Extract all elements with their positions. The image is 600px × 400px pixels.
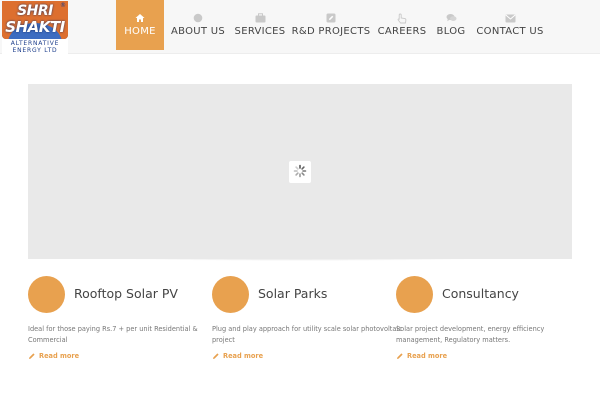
- pencil-icon: [396, 352, 404, 360]
- site-header: SHRI SHAKTI ® ALTERNATIVE ENERGY LTD HOM…: [0, 0, 600, 54]
- feature-title: Solar Parks: [258, 286, 328, 301]
- slider-shadow: [30, 259, 570, 273]
- nav-item-about-us[interactable]: ABOUT US: [164, 0, 232, 50]
- logo-emblem: SHRI SHAKTI ®: [2, 1, 68, 39]
- nav-label-about-us: ABOUT US: [170, 26, 226, 37]
- logo-text-line1: SHRI: [17, 3, 53, 19]
- feature-title: Consultancy: [442, 286, 519, 301]
- feature-description: Ideal for those paying Rs.7 + per unit R…: [28, 325, 198, 344]
- logo-subtitle-line2: ENERGY LTD: [12, 47, 58, 54]
- circle-icon: [192, 12, 204, 24]
- nav-item-home[interactable]: HOME: [116, 0, 164, 50]
- read-more-link[interactable]: Read more: [396, 352, 447, 360]
- read-more-label: Read more: [39, 352, 80, 360]
- main-navigation: HOME ABOUT US SERVICES R&D PROJECTS CARE…: [116, 0, 548, 50]
- feature-title: Rooftop Solar PV: [74, 286, 178, 301]
- nav-label-contact-us: CONTACT US: [476, 26, 544, 37]
- nav-label-home: HOME: [124, 26, 156, 37]
- nav-item-careers[interactable]: CAREERS: [374, 0, 430, 50]
- nav-item-services[interactable]: SERVICES: [232, 0, 288, 50]
- feature-icon-circle: [212, 276, 249, 313]
- nav-item-contact-us[interactable]: CONTACT US: [472, 0, 548, 50]
- comments-icon: [445, 12, 457, 24]
- registered-mark: ®: [60, 2, 66, 9]
- feature-description: Plug and play approach for utility scale…: [212, 325, 402, 344]
- pencil-icon: [212, 352, 220, 360]
- nav-item-blog[interactable]: BLOG: [430, 0, 472, 50]
- company-logo[interactable]: SHRI SHAKTI ® ALTERNATIVE ENERGY LTD: [2, 1, 68, 54]
- nav-label-rd-projects: R&D PROJECTS: [291, 26, 371, 37]
- read-more-label: Read more: [223, 352, 264, 360]
- slider-loader: [289, 161, 311, 183]
- feature-description: Solar project development, energy effici…: [396, 325, 545, 344]
- nav-item-rd-projects[interactable]: R&D PROJECTS: [288, 0, 374, 50]
- pencil-icon: [28, 352, 36, 360]
- spinner-icon: [293, 163, 307, 182]
- read-more-link[interactable]: Read more: [28, 352, 79, 360]
- feature-icon-circle: [396, 276, 433, 313]
- logo-text-line2: SHAKTI: [5, 18, 65, 36]
- hand-pointer-icon: [396, 12, 408, 24]
- logo-subtitle-line1: ALTERNATIVE: [10, 40, 60, 47]
- nav-label-blog: BLOG: [436, 26, 466, 37]
- nav-label-services: SERVICES: [234, 26, 286, 37]
- edit-icon: [325, 12, 337, 24]
- read-more-link[interactable]: Read more: [212, 352, 263, 360]
- briefcase-icon: [254, 12, 266, 24]
- read-more-label: Read more: [407, 352, 448, 360]
- nav-label-careers: CAREERS: [377, 26, 427, 37]
- home-icon: [134, 12, 146, 24]
- envelope-icon: [504, 12, 516, 24]
- feature-icon-circle: [28, 276, 65, 313]
